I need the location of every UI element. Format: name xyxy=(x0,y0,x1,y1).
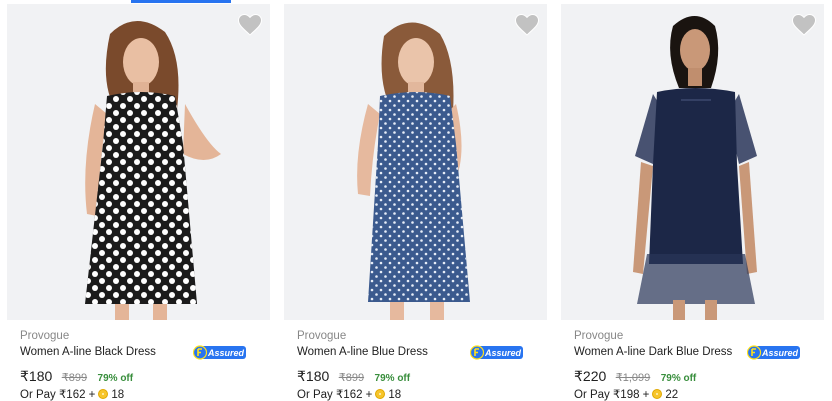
supercoin-icon xyxy=(375,389,386,399)
discount-percent: 79% off xyxy=(660,373,697,384)
polka-black-dress-model-image xyxy=(7,4,270,320)
wishlist-heart-icon[interactable] xyxy=(515,14,539,36)
svg-text:Assured: Assured xyxy=(207,348,245,358)
coins-count: 22 xyxy=(665,389,679,401)
selling-price: ₹220 xyxy=(574,368,607,384)
polka-blue-dress-model-image xyxy=(284,4,547,320)
price-row: ₹220 ₹1,099 79% off xyxy=(574,367,814,385)
product-image[interactable] xyxy=(284,4,547,320)
discount-percent: 79% off xyxy=(97,373,134,384)
selling-price: ₹180 xyxy=(20,368,53,384)
supercoin-icon xyxy=(98,389,109,399)
product-image[interactable] xyxy=(561,4,824,320)
svg-text:Assured: Assured xyxy=(484,348,522,358)
pay-with-coins-text: Or Pay ₹162 + xyxy=(297,389,373,401)
product-image[interactable] xyxy=(7,4,270,320)
selling-price: ₹180 xyxy=(297,368,330,384)
supercoin-pay-row: Or Pay ₹198 + 22 xyxy=(574,387,814,401)
product-card[interactable]: Provogue Women A-line Dark Blue Dress As… xyxy=(554,0,830,401)
supercoin-icon xyxy=(652,389,663,399)
product-info: Provogue Women A-line Dark Blue Dress As… xyxy=(574,329,814,401)
coins-count: 18 xyxy=(388,389,402,401)
price-row: ₹180 ₹899 79% off xyxy=(20,367,260,385)
product-card[interactable]: Provogue Women A-line Black Dress Assure… xyxy=(0,0,276,401)
product-grid: Provogue Women A-line Black Dress Assure… xyxy=(0,0,832,401)
original-price: ₹1,099 xyxy=(615,372,651,384)
supercoin-pay-row: Or Pay ₹162 + 18 xyxy=(297,387,537,401)
flipkart-assured-badge-icon: Assured xyxy=(193,345,247,360)
svg-text:Assured: Assured xyxy=(761,348,799,358)
sheer-navy-dress-model-image xyxy=(561,4,824,320)
pay-with-coins-text: Or Pay ₹198 + xyxy=(574,389,650,401)
product-brand: Provogue xyxy=(20,330,70,342)
price-row: ₹180 ₹899 79% off xyxy=(297,367,537,385)
coins-count: 18 xyxy=(111,389,125,401)
wishlist-heart-icon[interactable] xyxy=(238,14,262,36)
product-info: Provogue Women A-line Black Dress Assure… xyxy=(20,329,260,401)
discount-percent: 79% off xyxy=(374,373,411,384)
flipkart-assured-badge-icon: Assured xyxy=(747,345,801,360)
product-card[interactable]: Provogue Women A-line Blue Dress Assured… xyxy=(277,0,553,401)
original-price: ₹899 xyxy=(338,372,365,384)
product-brand: Provogue xyxy=(297,330,347,342)
product-brand: Provogue xyxy=(574,330,624,342)
pay-with-coins-text: Or Pay ₹162 + xyxy=(20,389,96,401)
product-info: Provogue Women A-line Blue Dress Assured… xyxy=(297,329,537,401)
flipkart-assured-badge-icon: Assured xyxy=(470,345,524,360)
original-price: ₹899 xyxy=(61,372,88,384)
wishlist-heart-icon[interactable] xyxy=(792,14,816,36)
supercoin-pay-row: Or Pay ₹162 + 18 xyxy=(20,387,260,401)
